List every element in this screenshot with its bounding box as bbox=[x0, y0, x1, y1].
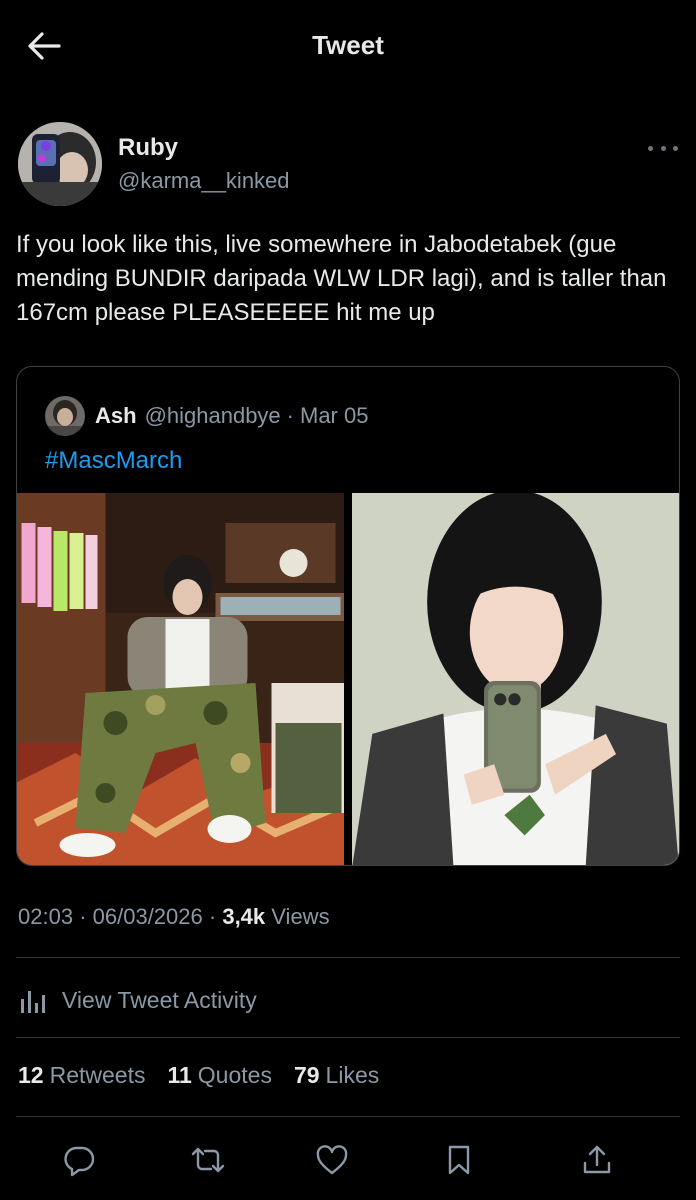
quoted-tweet-card[interactable]: Ash @highandbye · Mar 05 #MascMarch bbox=[16, 366, 680, 866]
retweet-button[interactable] bbox=[186, 1138, 230, 1182]
tweet-time: 02:03 bbox=[18, 904, 74, 929]
quoted-author-avatar bbox=[45, 396, 85, 436]
meta-separator: · bbox=[79, 904, 87, 929]
quoted-tweet-hashtag[interactable]: #MascMarch bbox=[45, 447, 182, 475]
more-button[interactable] bbox=[648, 138, 678, 158]
page-title: Tweet bbox=[312, 30, 384, 60]
media-photo-1[interactable] bbox=[17, 493, 344, 865]
author-name[interactable]: Ruby bbox=[118, 134, 178, 162]
reply-button[interactable] bbox=[57, 1138, 101, 1182]
tweet-timestamp: 02:03 · 06/03/2026 · 3,4k Views bbox=[18, 904, 330, 930]
bookmark-button[interactable] bbox=[437, 1138, 481, 1182]
tweet-stats: 12 Retweets 11 Quotes 79 Likes bbox=[18, 1062, 401, 1089]
likes-count: 79 bbox=[293, 1062, 320, 1088]
like-button[interactable] bbox=[310, 1138, 354, 1182]
view-tweet-activity-label: View Tweet Activity bbox=[62, 986, 257, 1013]
retweets-count: 12 bbox=[18, 1062, 44, 1088]
quoted-tweet-header: Ash @highandbye · Mar 05 bbox=[45, 395, 368, 437]
retweets-stat[interactable]: 12 Retweets bbox=[18, 1062, 145, 1089]
like-icon bbox=[316, 1145, 348, 1175]
tweet-author: Ruby @karma__kinked bbox=[18, 122, 678, 206]
tweet-date: 06/03/2026 bbox=[92, 904, 203, 929]
quoted-author-name: Ash bbox=[95, 403, 137, 428]
reply-icon bbox=[64, 1146, 95, 1177]
view-tweet-activity-button[interactable]: View Tweet Activity bbox=[18, 982, 257, 1018]
more-horizontal-icon bbox=[648, 145, 653, 151]
quotes-stat[interactable]: 11 Quotes bbox=[167, 1062, 271, 1089]
meta-separator: · bbox=[286, 403, 294, 428]
quoted-tweet-date: Mar 05 bbox=[300, 403, 369, 428]
author-avatar[interactable] bbox=[18, 122, 102, 206]
likes-label: Likes bbox=[325, 1062, 380, 1088]
quoted-author-handle: @highandbye bbox=[144, 403, 281, 428]
top-bar: Tweet bbox=[0, 0, 696, 95]
author-handle[interactable]: @karma__kinked bbox=[118, 168, 290, 194]
share-button[interactable] bbox=[575, 1138, 619, 1182]
bookmark-icon bbox=[448, 1145, 470, 1175]
divider bbox=[16, 957, 680, 958]
divider bbox=[16, 1037, 680, 1038]
quoted-tweet-media bbox=[17, 493, 679, 865]
bar-chart-icon bbox=[21, 991, 45, 1013]
tweet-text: If you look like this, live somewhere in… bbox=[16, 231, 667, 327]
media-photo-2[interactable] bbox=[352, 493, 679, 865]
likes-stat[interactable]: 79 Likes bbox=[294, 1062, 379, 1089]
meta-separator: · bbox=[208, 904, 217, 929]
views-count: 3,4k bbox=[222, 904, 266, 929]
quotes-count: 11 bbox=[167, 1062, 192, 1088]
quotes-label: Quotes bbox=[197, 1062, 272, 1088]
tweet-action-bar bbox=[0, 1138, 696, 1184]
views-label: Views bbox=[271, 904, 330, 929]
retweet-icon bbox=[191, 1147, 225, 1173]
retweets-label: Retweets bbox=[49, 1062, 146, 1088]
author-avatar-image bbox=[18, 122, 102, 206]
divider bbox=[16, 1116, 680, 1117]
share-icon bbox=[583, 1145, 611, 1174]
